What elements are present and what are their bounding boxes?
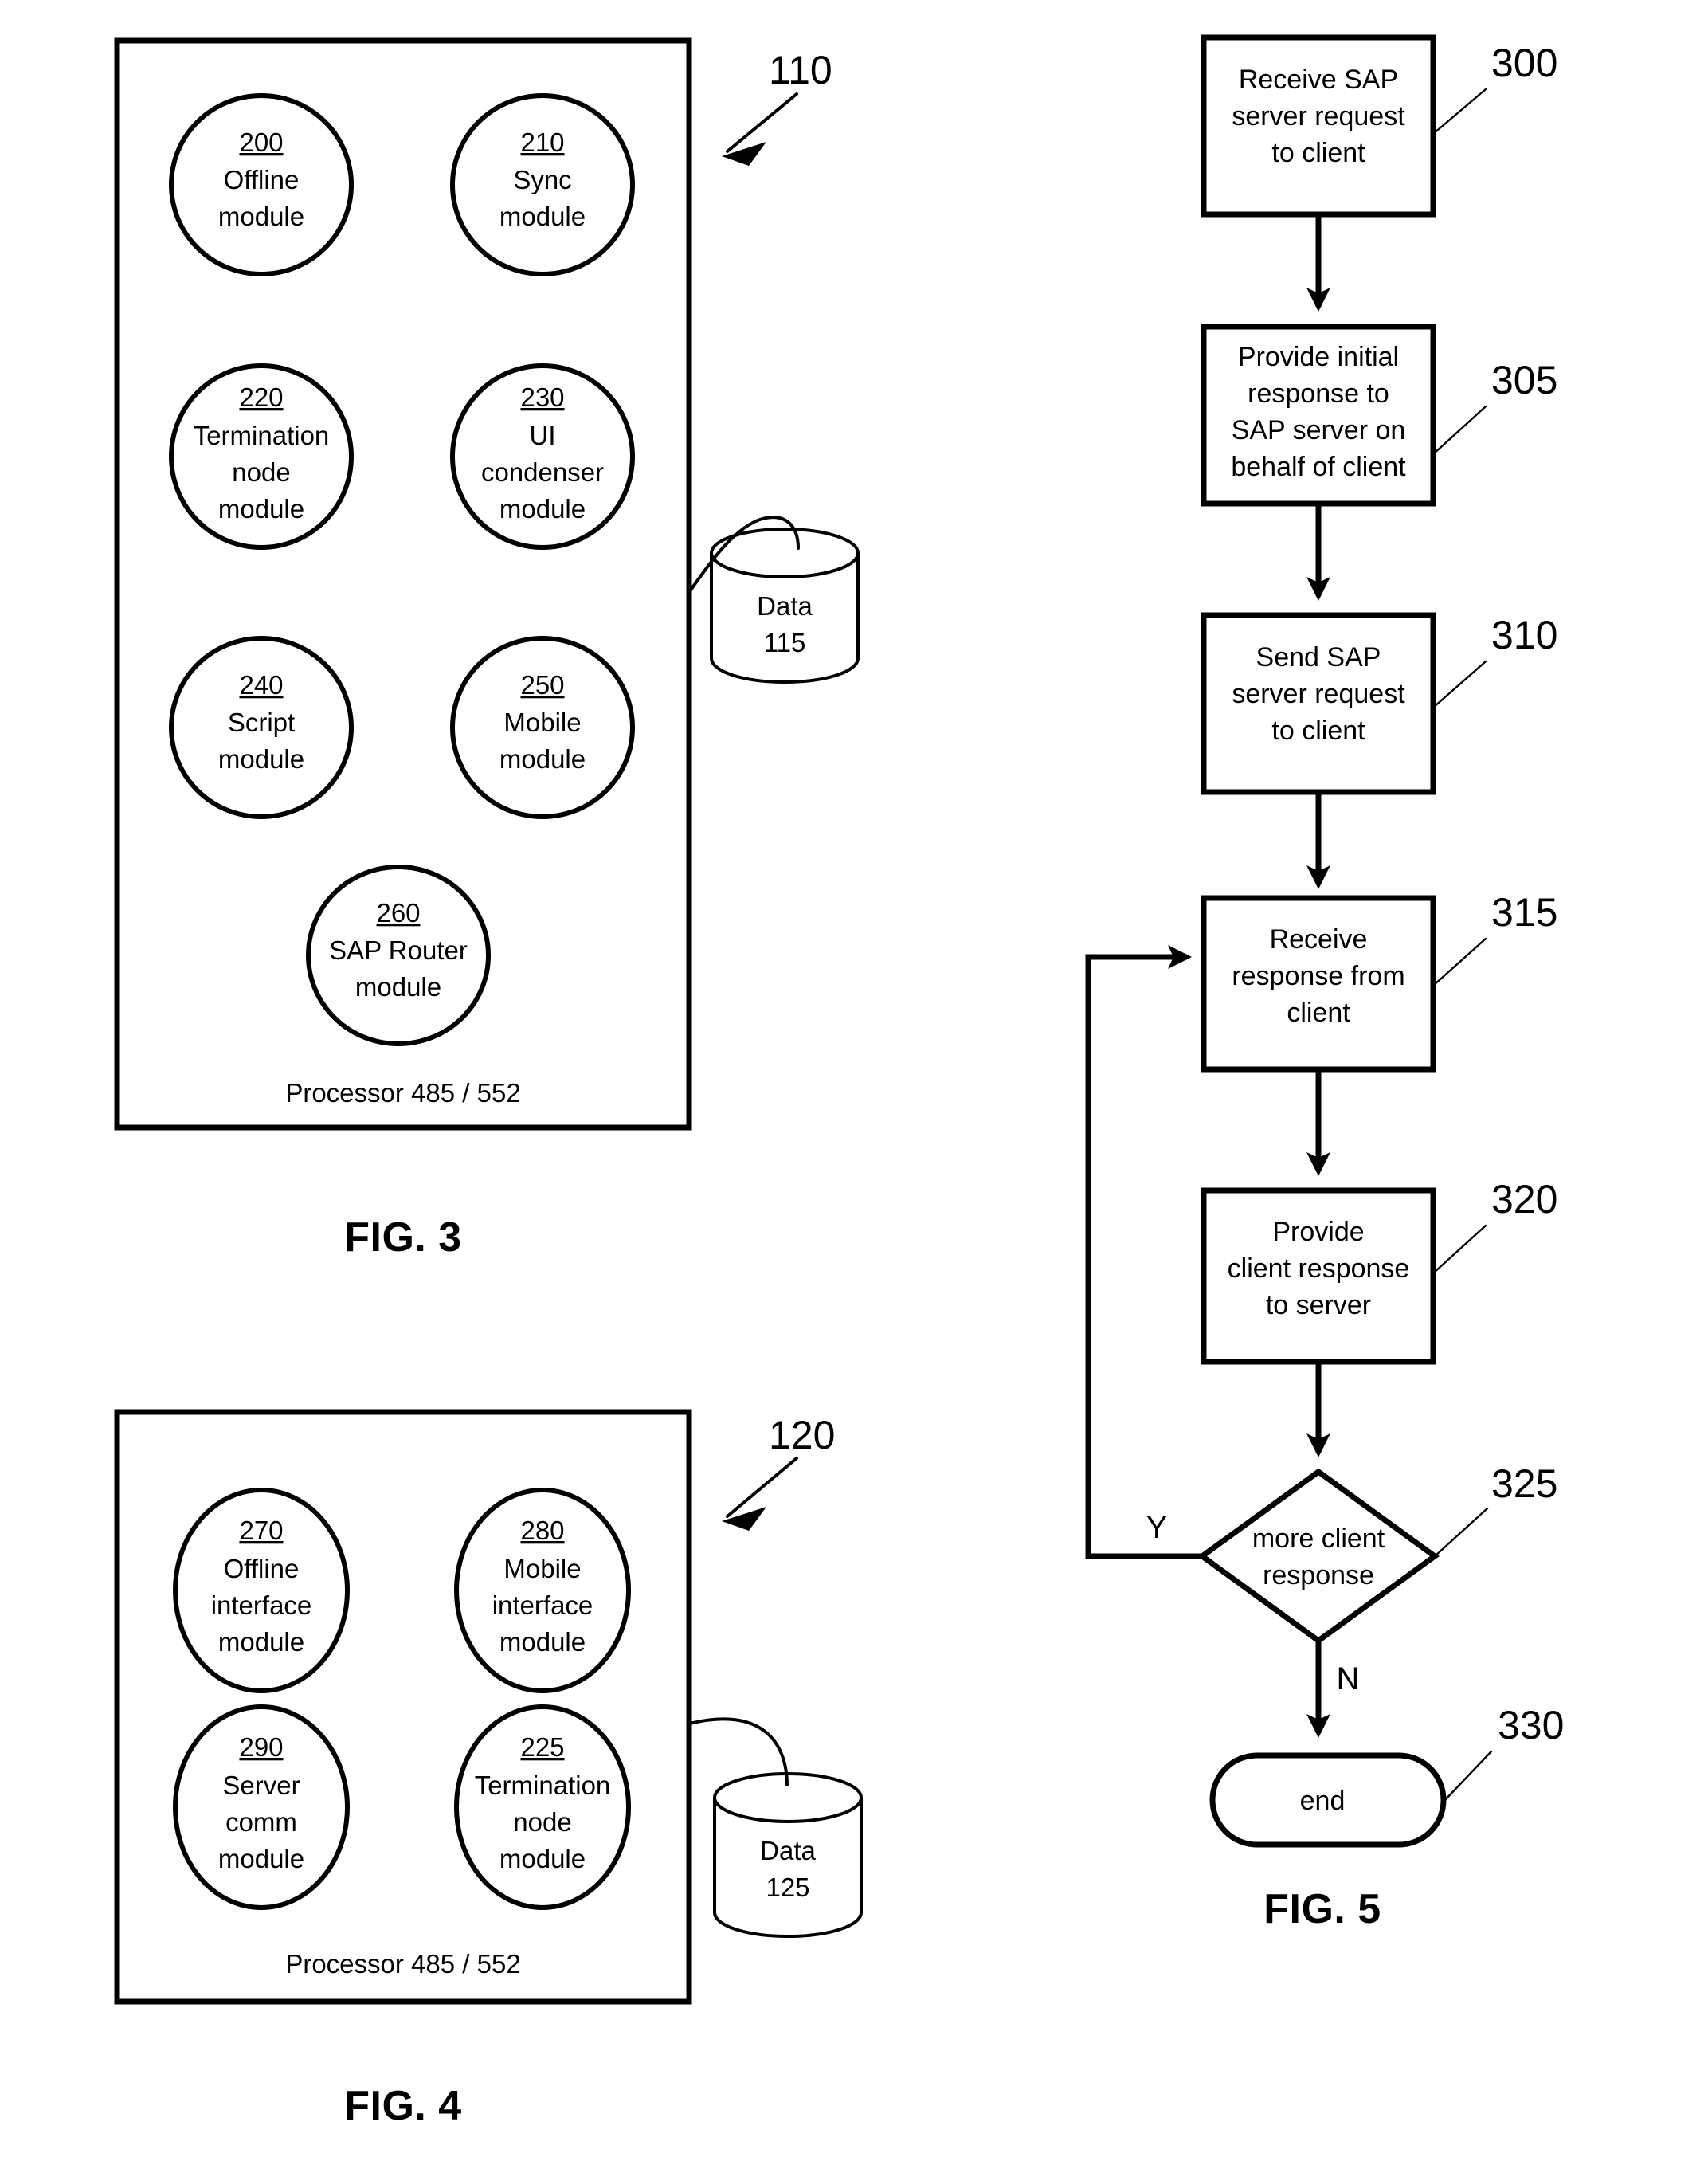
flow-text-line: to client bbox=[1271, 716, 1365, 746]
flow-text-line: response from bbox=[1232, 961, 1404, 991]
flow-step-320[interactable]: Provide client response to server bbox=[1228, 1217, 1410, 1320]
flow-step-310[interactable]: Send SAP server request to client bbox=[1232, 642, 1405, 746]
fig4-caption: FIG. 4 bbox=[344, 2083, 461, 2129]
fig4-processor-label: Processor 485 / 552 bbox=[285, 1949, 520, 1979]
module-label-260[interactable]: 260 SAP Router module bbox=[329, 898, 468, 1002]
flow-text-line: behalf of client bbox=[1231, 452, 1406, 482]
module-text-line: Offline bbox=[224, 165, 300, 194]
module-label-200[interactable]: 200 Offline module bbox=[218, 127, 304, 231]
drawing-text: 200 Offline module 210 Sync module 220 T… bbox=[194, 41, 1565, 2129]
module-text-line: node bbox=[513, 1807, 571, 1837]
module-text-line: module bbox=[218, 494, 304, 524]
module-label-290[interactable]: 290 Server comm module bbox=[218, 1732, 304, 1873]
module-ref-230: 230 bbox=[520, 382, 564, 412]
datastore-ref-125: 125 bbox=[766, 1873, 809, 1902]
module-text-line: module bbox=[218, 202, 304, 231]
flow-text-line: Send SAP bbox=[1256, 642, 1381, 673]
fig4-container-ref-120: 120 bbox=[769, 1413, 835, 1457]
module-text-line: Offline bbox=[224, 1554, 300, 1583]
module-text-line: module bbox=[499, 202, 586, 231]
module-ref-240: 240 bbox=[239, 670, 283, 700]
flow-ref-300: 300 bbox=[1491, 41, 1557, 85]
module-text-line: SAP Router bbox=[329, 935, 468, 965]
flow-text-line: to server bbox=[1266, 1290, 1371, 1320]
flow-ref-325: 325 bbox=[1491, 1461, 1557, 1506]
flow-text-line: client bbox=[1287, 998, 1350, 1028]
flow-text-line: response bbox=[1263, 1560, 1374, 1590]
flow-ref-310: 310 bbox=[1491, 613, 1557, 657]
module-ref-210: 210 bbox=[520, 127, 564, 157]
flow-terminator-label-end: end bbox=[1300, 1786, 1346, 1816]
patent-drawing-sheet: 200 Offline module 210 Sync module 220 T… bbox=[0, 0, 1708, 2161]
module-text-line: Mobile bbox=[503, 1554, 581, 1583]
module-label-220[interactable]: 220 Termination node module bbox=[194, 382, 330, 524]
module-text-line: comm bbox=[225, 1807, 297, 1837]
flow-text-line: server request bbox=[1232, 679, 1405, 709]
fig3-container-ref-110: 110 bbox=[769, 48, 832, 92]
module-text-line: Mobile bbox=[503, 708, 581, 737]
module-text-line: Server bbox=[222, 1771, 300, 1800]
flow-text-line: Provide bbox=[1272, 1217, 1364, 1247]
module-text-line: module bbox=[218, 744, 304, 774]
flow-text-line: SAP server on bbox=[1232, 415, 1406, 445]
datastore-name-125: Data bbox=[760, 1836, 816, 1865]
module-label-270[interactable]: 270 Offline interface module bbox=[211, 1516, 312, 1657]
module-text-line: module bbox=[218, 1844, 304, 1873]
module-label-250[interactable]: 250 Mobile module bbox=[499, 670, 586, 774]
flow-text-line: more client bbox=[1252, 1524, 1385, 1554]
module-label-240[interactable]: 240 Script module bbox=[218, 670, 304, 774]
flow-step-315[interactable]: Receive response from client bbox=[1232, 924, 1404, 1028]
flow-ref-305: 305 bbox=[1491, 358, 1557, 402]
module-text-line: module bbox=[499, 494, 586, 524]
module-ref-220: 220 bbox=[239, 382, 283, 412]
module-ref-280: 280 bbox=[520, 1516, 564, 1545]
flow-branch-label-yes: Y bbox=[1146, 1510, 1168, 1545]
flow-text-line: Receive bbox=[1270, 924, 1368, 955]
flow-text-line: Provide initial bbox=[1238, 342, 1399, 372]
module-text-line: interface bbox=[211, 1590, 312, 1620]
flow-step-325[interactable]: more client response bbox=[1252, 1524, 1385, 1590]
flow-ref-315: 315 bbox=[1491, 890, 1557, 935]
module-ref-250: 250 bbox=[520, 670, 564, 700]
module-text-line: UI bbox=[530, 421, 556, 450]
fig3-processor-label: Processor 485 / 552 bbox=[285, 1078, 520, 1108]
module-text-line: module bbox=[218, 1627, 304, 1657]
module-text-line: module bbox=[499, 744, 586, 774]
module-ref-225: 225 bbox=[520, 1732, 564, 1762]
module-text-line: node bbox=[232, 457, 290, 487]
flow-text-line: response to bbox=[1248, 378, 1389, 409]
flow-step-305[interactable]: Provide initial response to SAP server o… bbox=[1231, 342, 1406, 482]
module-text-line: module bbox=[499, 1844, 586, 1873]
module-label-280[interactable]: 280 Mobile interface module bbox=[492, 1516, 593, 1657]
fig3-caption: FIG. 3 bbox=[344, 1214, 461, 1261]
flow-step-300[interactable]: Receive SAP server request to client bbox=[1232, 65, 1405, 168]
flow-text-line: client response bbox=[1228, 1253, 1410, 1284]
datastore-name-115: Data bbox=[757, 591, 813, 621]
module-text-line: condenser bbox=[481, 457, 604, 487]
flow-ref-330: 330 bbox=[1498, 1703, 1564, 1747]
module-text-line: Termination bbox=[475, 1771, 611, 1800]
module-label-210[interactable]: 210 Sync module bbox=[499, 127, 586, 231]
module-ref-290: 290 bbox=[239, 1732, 283, 1762]
module-ref-260: 260 bbox=[376, 898, 420, 928]
module-label-225[interactable]: 225 Termination node module bbox=[475, 1732, 611, 1873]
module-ref-270: 270 bbox=[239, 1516, 283, 1545]
module-text-line: module bbox=[355, 972, 441, 1002]
module-label-230[interactable]: 230 UI condenser module bbox=[481, 382, 604, 524]
flow-text-line: server request bbox=[1232, 101, 1405, 131]
module-text-line: Sync bbox=[513, 165, 571, 194]
flow-text-line: Receive SAP bbox=[1239, 65, 1398, 95]
fig5-caption: FIG. 5 bbox=[1263, 1886, 1381, 1932]
module-text-line: interface bbox=[492, 1590, 593, 1620]
module-text-line: module bbox=[499, 1627, 586, 1657]
flow-ref-320: 320 bbox=[1491, 1177, 1557, 1222]
datastore-ref-115: 115 bbox=[764, 628, 806, 657]
module-text-line: Script bbox=[228, 708, 295, 737]
module-text-line: Termination bbox=[194, 421, 330, 450]
module-ref-200: 200 bbox=[239, 127, 283, 157]
flow-text-line: to client bbox=[1271, 138, 1365, 168]
flow-branch-label-no: N bbox=[1337, 1661, 1360, 1696]
